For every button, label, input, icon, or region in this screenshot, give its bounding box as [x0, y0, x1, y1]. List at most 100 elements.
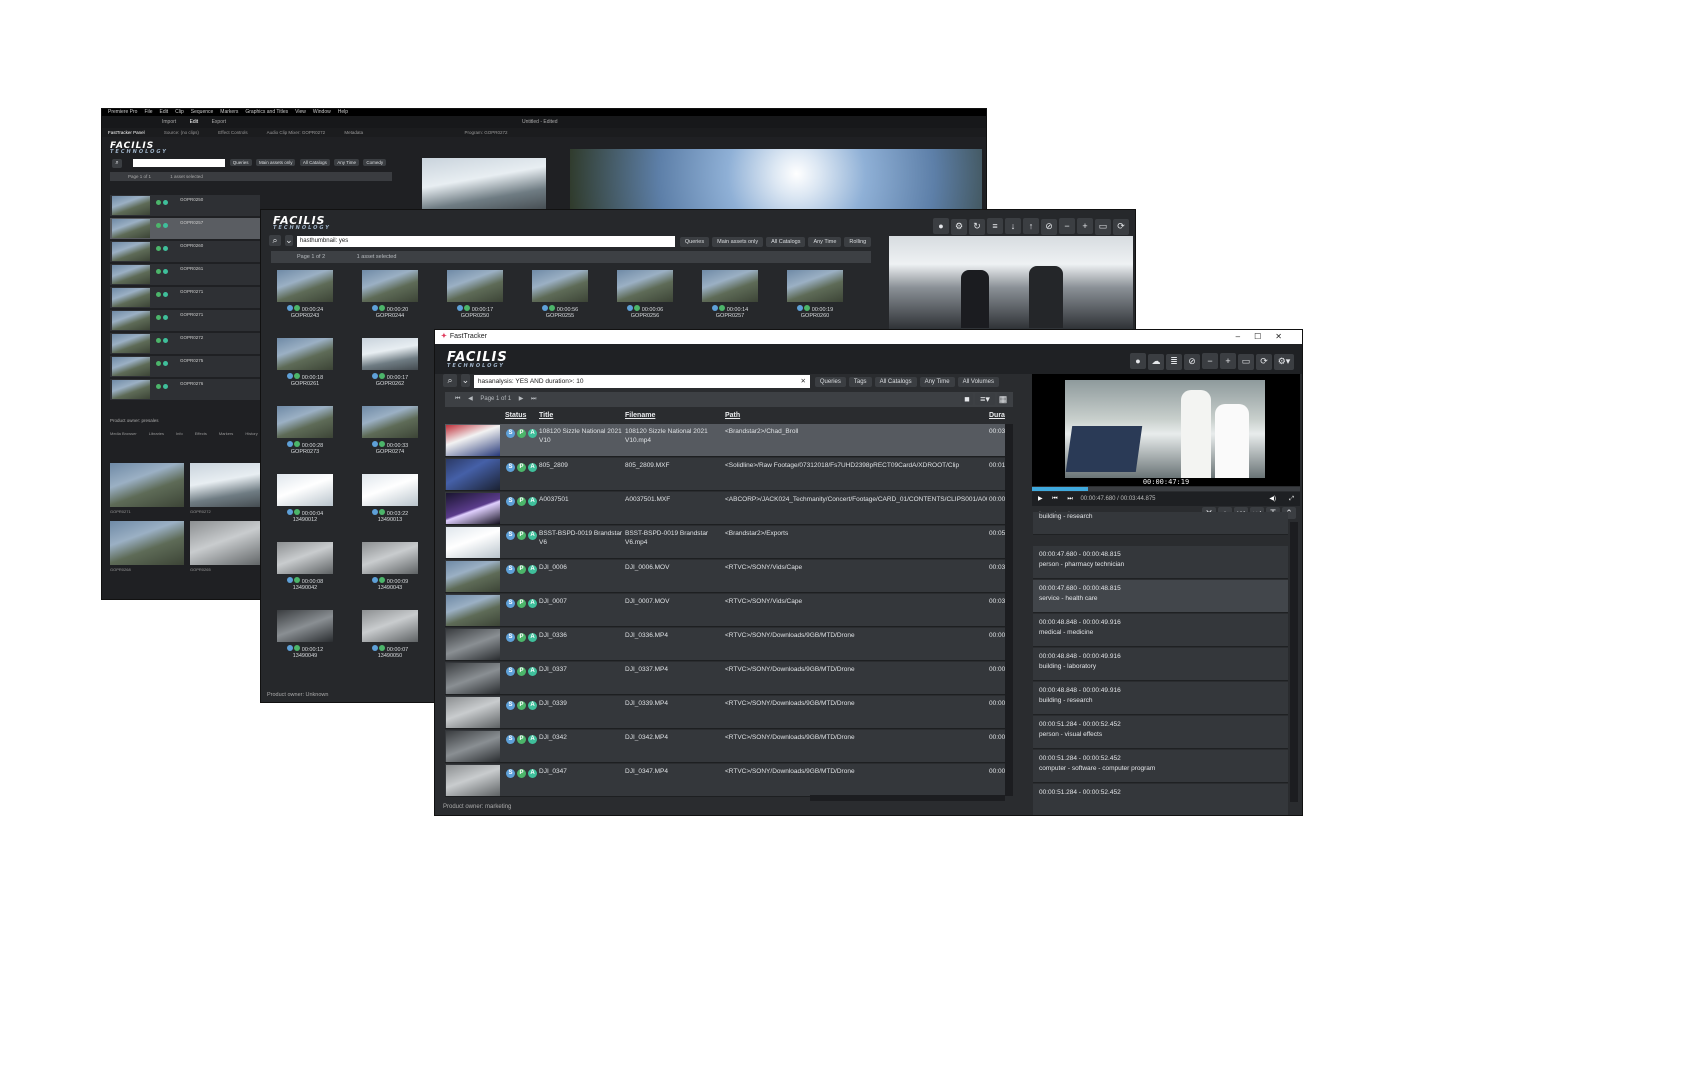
maximize-icon[interactable]: ☐ [1254, 332, 1275, 341]
step-forward-icon[interactable]: ⏭ [1067, 496, 1072, 502]
workspace-tab-export[interactable]: Export [212, 119, 226, 125]
tag-item[interactable]: 00:00:51.284 - 00:00:52.452 computer - so… [1033, 750, 1288, 783]
filter-catalogs[interactable]: All Catalogs [299, 159, 330, 167]
menu-item[interactable]: Clip [175, 109, 184, 115]
list-item[interactable]: GOPR0276 [110, 379, 260, 400]
col-title[interactable]: Title [539, 412, 553, 419]
list-item[interactable]: GOPR0275 [110, 356, 260, 377]
bin-item[interactable]: GOPR0268 [110, 521, 184, 575]
menu-item[interactable]: Markers [220, 109, 238, 115]
menu-item[interactable]: Sequence [191, 109, 214, 115]
list-icon[interactable]: ≡ [987, 218, 1003, 234]
folder-icon[interactable]: ▭ [1095, 218, 1111, 235]
tag-item[interactable]: 00:00:48.848 - 00:00:49.916 building - re… [1033, 682, 1288, 715]
settings-icon[interactable]: ⚙ [951, 218, 967, 235]
middle-search-input[interactable]: hasthumbnail: yes [296, 235, 675, 247]
fullscreen-icon[interactable]: ⤢ [1289, 492, 1294, 506]
tag-item[interactable]: 00:00:47.680 - 00:00:48.815 service - hea… [1033, 580, 1288, 613]
play-icon[interactable]: ▶ [1038, 496, 1043, 502]
col-filename[interactable]: Filename [625, 412, 655, 419]
last-page-icon[interactable]: ⏭ [531, 396, 536, 402]
filter-comedy[interactable]: Comedy [363, 159, 387, 167]
refresh-icon[interactable]: ↻ [969, 218, 985, 235]
list-item[interactable]: GOPR0250 [110, 195, 260, 216]
filter-catalogs[interactable]: All Catalogs [874, 377, 917, 387]
list-icon[interactable]: ≣ [1166, 353, 1182, 370]
search-icon[interactable]: ⌕ [443, 374, 457, 387]
prev-page-icon[interactable]: ◀ [468, 396, 473, 402]
menu-item[interactable]: Window [313, 109, 331, 115]
player-progress-bar[interactable] [1032, 487, 1300, 491]
search-icon[interactable]: ⌕ [112, 159, 122, 169]
close-icon[interactable]: ✕ [1275, 332, 1296, 341]
refresh-icon[interactable]: ⟳ [1256, 353, 1272, 370]
thumbnail-tile[interactable]: 00:00:18 GOPR0261 [275, 338, 335, 398]
filter-tags[interactable]: Tags [848, 377, 872, 387]
filter-time[interactable]: Any Time [808, 237, 842, 247]
back-search-input[interactable] [133, 159, 226, 167]
thumbnail-tile[interactable]: 00:00:04 13490012 [275, 474, 335, 534]
thumbnail-tile[interactable]: 00:00:09 13490043 [360, 542, 420, 602]
thumbnail-tile[interactable]: 00:00:17 GOPR0250 [445, 270, 505, 330]
thumbnail-tile[interactable]: 00:00:07 13490050 [360, 610, 420, 670]
download-icon[interactable]: ↓ [1005, 218, 1021, 234]
bottom-tab[interactable]: Media Browser [110, 431, 137, 436]
upload-icon[interactable]: ↑ [1023, 218, 1039, 234]
list-item[interactable]: GOPR0260 [110, 241, 260, 262]
menu-item[interactable]: Graphics and Titles [245, 109, 288, 115]
tag-item[interactable]: 00:00:48.848 - 00:00:49.916 building - la… [1033, 648, 1288, 681]
thumbnail-tile[interactable]: 00:00:12 13490049 [275, 610, 335, 670]
gear-icon[interactable]: ⚙▾ [1274, 353, 1294, 370]
col-status[interactable]: Status [505, 412, 526, 419]
panel-tab[interactable]: Source: (no clips) [164, 130, 199, 135]
filter-time[interactable]: Any Time [334, 159, 360, 167]
filter-main-assets[interactable]: Main assets only [255, 159, 296, 167]
thumbnail-tile[interactable]: 00:00:56 GOPR0255 [530, 270, 590, 330]
thumbnail-tile[interactable]: 00:00:33 GOPR0274 [360, 406, 420, 466]
filter-time[interactable]: Any Time [919, 377, 955, 387]
panel-tab[interactable]: Audio Clip Mixer: GOPR0272 [267, 130, 326, 135]
search-icon[interactable]: ⌕ [269, 235, 281, 246]
block-icon[interactable]: ⊘ [1041, 218, 1057, 235]
bottom-tab[interactable]: History [245, 431, 257, 436]
list-item[interactable]: GOPR0257 [110, 218, 260, 239]
search-input[interactable]: hasanalysis: YES AND duration>: 10 ✕ [473, 374, 810, 388]
tag-scrollbar[interactable] [1290, 522, 1298, 802]
tag-item[interactable]: 00:00:51.284 - 00:00:52.452 [1033, 784, 1288, 815]
menu-item[interactable]: Help [338, 109, 348, 115]
info-icon[interactable]: ● [1130, 353, 1146, 369]
thumbnail-tile[interactable]: 00:00:28 GOPR0273 [275, 406, 335, 466]
filter-queries[interactable]: Queries [229, 159, 252, 167]
tag-item[interactable]: 00:00:48.848 - 00:00:49.916 medical - med… [1033, 614, 1288, 647]
sync-icon[interactable]: ⟳ [1113, 218, 1129, 235]
filter-volumes[interactable]: All Volumes [957, 377, 999, 387]
step-back-icon[interactable]: ⏮ [1052, 496, 1057, 502]
block-icon[interactable]: ⊘ [1184, 353, 1200, 370]
plus-icon[interactable]: + [1077, 218, 1093, 234]
tag-item[interactable]: 00:00:47.680 - 00:00:48.815 person - phar… [1033, 546, 1288, 579]
bottom-tab[interactable]: Info [176, 431, 183, 436]
panel-tab[interactable]: FastTracker Panel [108, 130, 145, 135]
info-icon[interactable]: ● [933, 218, 949, 234]
workspace-tab-edit[interactable]: Edit [190, 119, 199, 125]
list-view-icon[interactable]: ≡▾ [975, 393, 995, 405]
panel-tab[interactable]: Effect Controls [218, 130, 247, 135]
minus-icon[interactable]: − [1202, 353, 1218, 369]
filter-main-assets[interactable]: Main assets only [712, 237, 764, 247]
workspace-tab-import[interactable]: Import [162, 119, 176, 125]
filter-queries[interactable]: Queries [679, 237, 710, 247]
col-path[interactable]: Path [725, 412, 740, 419]
menu-item[interactable]: View [295, 109, 306, 115]
list-item[interactable]: GOPR0271 [110, 287, 260, 308]
thumbnail-tile[interactable]: 00:00:08 13490042 [275, 542, 335, 602]
tag-item[interactable]: 00:00:51.284 - 00:00:52.452 person - visu… [1033, 716, 1288, 749]
thumbnail-tile[interactable]: 00:00:14 GOPR0257 [700, 270, 760, 330]
thumbnail-tile[interactable]: 00:00:19 GOPR0260 [785, 270, 845, 330]
stop-icon[interactable]: ■ [961, 393, 973, 405]
folder-icon[interactable]: ▭ [1238, 353, 1254, 370]
list-item[interactable]: GOPR0261 [110, 264, 260, 285]
bottom-tab[interactable]: Effects [195, 431, 207, 436]
cloud-icon[interactable]: ☁ [1148, 353, 1164, 370]
thumbnail-tile[interactable]: 00:03:22 13490013 [360, 474, 420, 534]
clear-search-icon[interactable]: ✕ [800, 375, 805, 388]
